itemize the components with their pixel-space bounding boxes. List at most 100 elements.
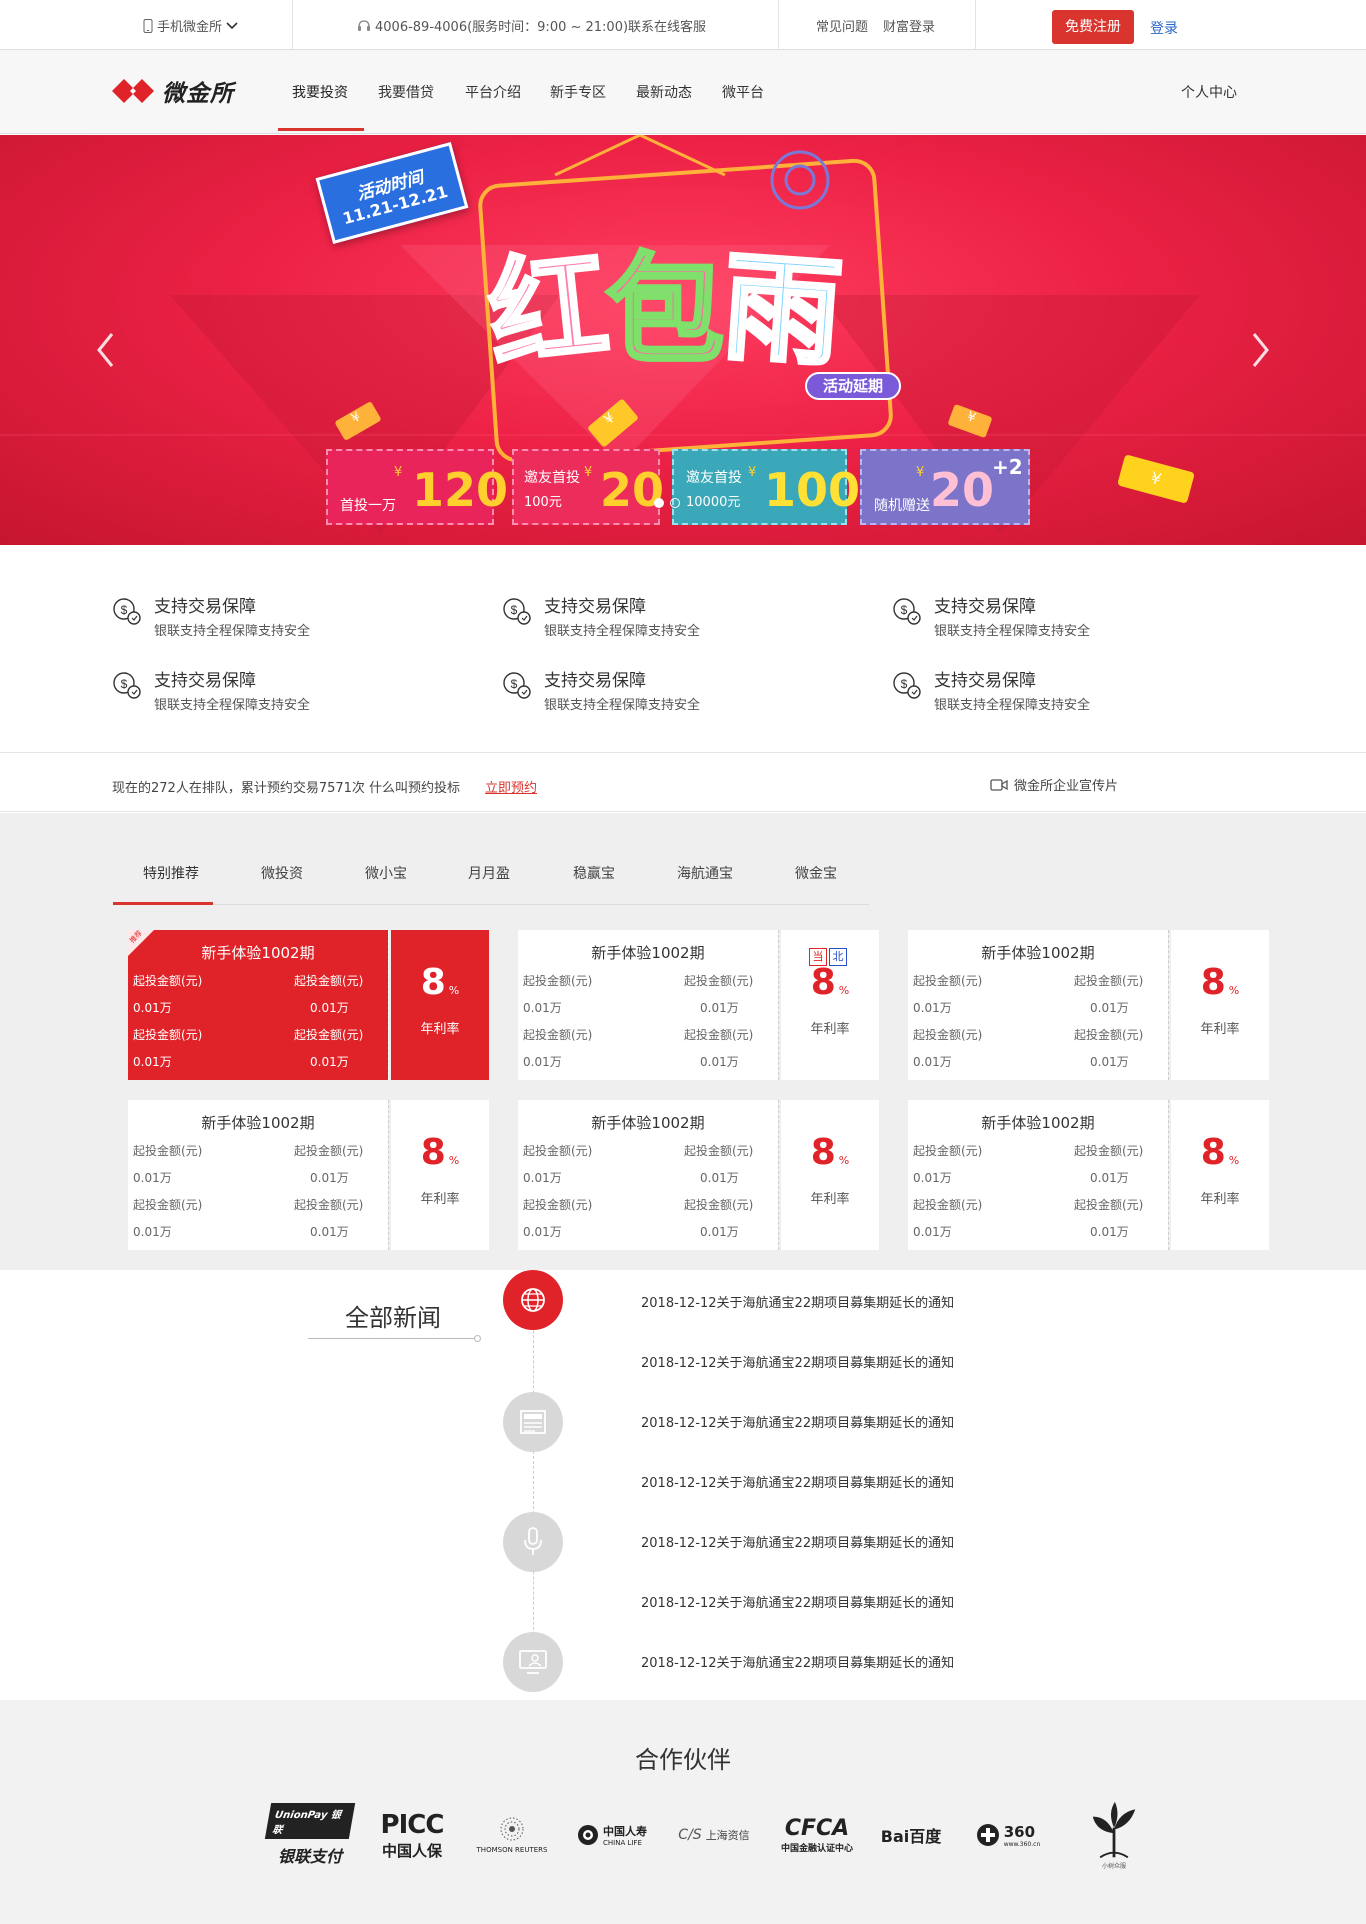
rate-value: 8%: [420, 962, 460, 1003]
rate-label: 年利率: [420, 1022, 460, 1037]
logo[interactable]: 微金所: [112, 76, 234, 107]
nav-latest-news[interactable]: 最新动态: [636, 82, 692, 102]
product-card[interactable]: 新手体验1002期 起投金额(元) 起投金额(元) 0.01万 0.01万 起投…: [908, 930, 1269, 1080]
feature-item: $ 支持交易保障 银联支持全程保障支持安全: [892, 666, 1222, 716]
card-title: 新手体验1002期: [981, 944, 1095, 962]
coupon-sub: 100元: [524, 495, 562, 510]
china-life-emblem-icon: [578, 1825, 598, 1845]
field-label: 起投金额(元): [684, 1198, 754, 1212]
news-item[interactable]: 2018-12-12关于海航通宝22期项目募集期延长的通知: [641, 1472, 954, 1491]
coupon-label: 随机赠送: [874, 498, 930, 514]
news-category-audio[interactable]: [503, 1512, 563, 1572]
shanghai-credit-logo[interactable]: C/S 上海资信: [672, 1800, 756, 1870]
promo-video-label: 微金所企业宣传片: [1014, 779, 1119, 794]
reservation-bar: 现在的272人在排队，累计预约交易7571次 什么叫预约投标 立即预约 微金所企…: [0, 752, 1366, 812]
field-label: 起投金额(元): [523, 974, 593, 988]
xiaomi-tree-logo[interactable]: 小树众服: [1072, 1800, 1156, 1870]
promo-video-link[interactable]: 微金所企业宣传片: [990, 775, 1118, 794]
feature-title: 支持交易保障: [544, 671, 646, 691]
video-camera-icon: [990, 778, 1008, 791]
field-label: 起投金额(元): [684, 1144, 754, 1158]
field-value: 0.01万: [913, 1001, 952, 1015]
field-label: 起投金额(元): [913, 974, 983, 988]
login-link[interactable]: 登录: [1150, 18, 1178, 38]
china-life-text: 中国人寿: [603, 1825, 647, 1838]
nav-user-center[interactable]: 个人中心: [1181, 82, 1237, 102]
card-info: 推荐 新手体验1002期 起投金额(元) 起投金额(元) 0.01万 0.01万…: [128, 929, 388, 1080]
headline-char: 包: [604, 239, 726, 381]
picc-logo[interactable]: PICC 中国人保: [370, 1800, 454, 1870]
tab-micro-gold[interactable]: 微金宝: [795, 863, 837, 883]
field-label: 起投金额(元): [133, 1144, 203, 1158]
china-life-logo[interactable]: 中国人寿 CHINA LIFE: [570, 1800, 654, 1870]
wealth-login-link[interactable]: 财富登录: [883, 16, 935, 35]
news-category-newspaper[interactable]: [503, 1392, 563, 1452]
product-card[interactable]: 新手体验1002期 起投金额(元) 起投金额(元) 0.01万 0.01万 起投…: [518, 1100, 879, 1250]
feature-item: $ 支持交易保障 银联支持全程保障支持安全: [112, 666, 442, 716]
card-title: 新手体验1002期: [591, 944, 705, 962]
product-card[interactable]: 新手体验1002期 起投金额(元) 起投金额(元) 0.01万 0.01万 起投…: [128, 1100, 489, 1250]
coupon: 邀友首投 10000元 ¥ 100: [672, 449, 860, 525]
news-item[interactable]: 2018-12-12关于海航通宝22期项目募集期延长的通知: [641, 1532, 954, 1551]
rate-value: 8%: [1200, 1132, 1240, 1173]
news-item[interactable]: 2018-12-12关于海航通宝22期项目募集期延长的通知: [641, 1652, 954, 1671]
field-label: 起投金额(元): [1074, 1198, 1144, 1212]
tab-steady-win[interactable]: 稳赢宝: [573, 863, 615, 883]
product-card[interactable]: 推荐 新手体验1002期 起投金额(元) 起投金额(元) 0.01万 0.01万…: [128, 929, 489, 1080]
nav-borrow[interactable]: 我要借贷: [378, 82, 434, 102]
feature-item: $ 支持交易保障 银联支持全程保障支持安全: [112, 592, 442, 642]
tab-hna-treasure[interactable]: 海航通宝: [677, 863, 733, 883]
coupon: 首投一万 ¥ 120: [326, 449, 508, 525]
tab-featured[interactable]: 特别推荐: [143, 863, 199, 883]
nav-micro-platform[interactable]: 微平台: [722, 82, 764, 102]
cfca-logo[interactable]: CFCA 中国金融认证中心: [772, 1800, 862, 1870]
feature-desc: 银联支持全程保障支持安全: [544, 624, 701, 639]
carousel-next-arrow-icon[interactable]: [1251, 330, 1271, 370]
baidu-logo[interactable]: Bai百度: [870, 1800, 952, 1870]
scis-mark: C/S: [678, 1827, 702, 1843]
nav-invest[interactable]: 我要投资: [292, 82, 348, 102]
faq-link[interactable]: 常见问题: [816, 16, 868, 35]
coupon-label: 邀友首投: [524, 470, 580, 486]
thomson-reuters-logo[interactable]: THOMSON REUTERS: [470, 1800, 554, 1870]
rate-value: 8%: [810, 1132, 850, 1173]
mobile-app-label: 手机微金所: [157, 20, 223, 35]
carousel-dot-active[interactable]: [654, 498, 664, 508]
field-value: 0.01万: [523, 1225, 562, 1239]
field-value: 0.01万: [133, 1055, 172, 1069]
mobile-app-dropdown[interactable]: 手机微金所: [143, 16, 238, 35]
product-card[interactable]: 新手体验1002期 起投金额(元) 起投金额(元) 0.01万 0.01万 起投…: [908, 1100, 1269, 1250]
headline: 红 包 雨: [480, 195, 908, 387]
news-item[interactable]: 2018-12-12关于海航通宝22期项目募集期延长的通知: [641, 1292, 954, 1311]
nav-newbie-zone[interactable]: 新手专区: [550, 82, 606, 102]
feature-title: 支持交易保障: [934, 671, 1036, 691]
field-value: 0.01万: [1090, 1171, 1129, 1185]
360-logo[interactable]: 360 www.360.cn: [966, 1800, 1050, 1870]
news-category-globe[interactable]: [503, 1270, 563, 1330]
logo-text: 微金所: [162, 81, 234, 107]
banner-carousel[interactable]: 活动时间 11.21-12.21 红 包 雨 活动延期 ¥ ¥ ¥ ¥ 首投一万…: [0, 135, 1366, 545]
card-info: 新手体验1002期 起投金额(元) 起投金额(元) 0.01万 0.01万 起投…: [518, 930, 778, 1080]
field-value: 0.01万: [310, 1055, 349, 1069]
news-item[interactable]: 2018-12-12关于海航通宝22期项目募集期延长的通知: [641, 1412, 954, 1431]
carousel-prev-arrow-icon[interactable]: [95, 330, 115, 370]
news-item[interactable]: 2018-12-12关于海航通宝22期项目募集期延长的通知: [641, 1352, 954, 1371]
nav-platform-intro[interactable]: 平台介绍: [465, 82, 521, 102]
register-button[interactable]: 免费注册: [1052, 10, 1134, 44]
carousel-dot[interactable]: [670, 498, 680, 508]
tab-monthly-profit[interactable]: 月月盈: [468, 863, 510, 883]
reserve-now-link[interactable]: 立即预约: [485, 777, 537, 796]
coin-shield-icon: $: [113, 672, 141, 699]
news-item[interactable]: 2018-12-12关于海航通宝22期项目募集期延长的通知: [641, 1592, 954, 1611]
reuters-text: THOMSON REUTERS: [476, 1846, 548, 1854]
tab-micro-invest[interactable]: 微投资: [261, 863, 303, 883]
sapling-icon: [1092, 1801, 1136, 1859]
hotline[interactable]: 4006-89-4006(服务时间：9:00 ~ 21:00)联系在线客服: [357, 16, 706, 35]
product-card[interactable]: 新手体验1002期 起投金额(元) 起投金额(元) 0.01万 0.01万 起投…: [518, 930, 879, 1080]
unionpay-logo[interactable]: UnionPay 银联 银联支付: [264, 1800, 356, 1870]
coupon-extra: +2: [992, 455, 1023, 479]
tab-micro-treasure[interactable]: 微小宝: [365, 863, 407, 883]
divider: [778, 0, 779, 50]
news-category-media[interactable]: [503, 1632, 563, 1692]
headline-char: 雨: [717, 235, 848, 385]
